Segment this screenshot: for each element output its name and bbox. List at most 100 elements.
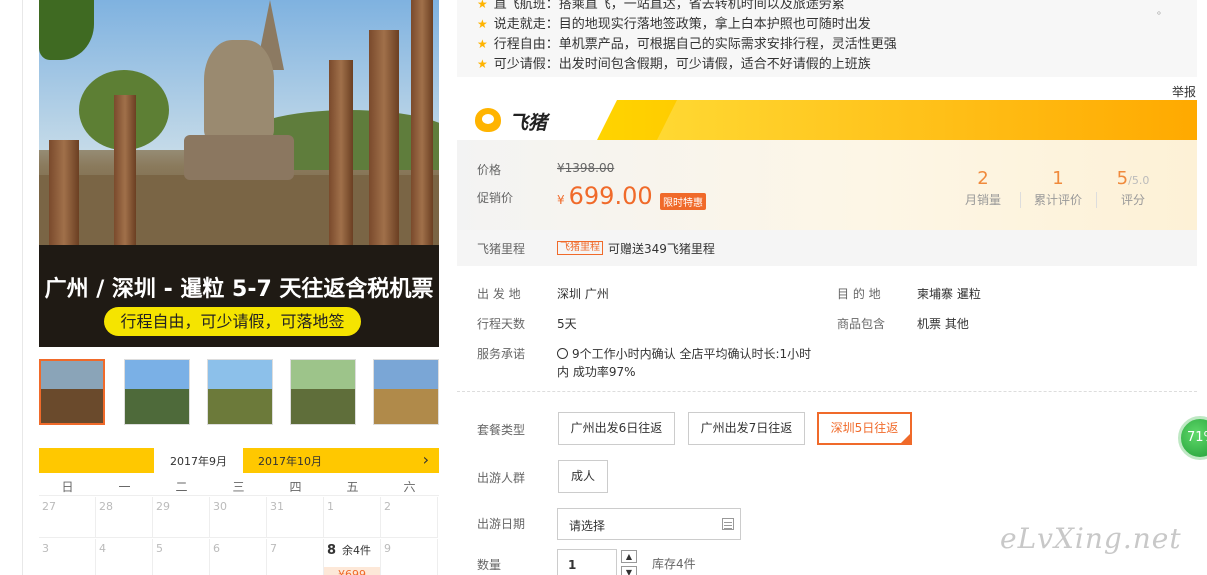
- review-count-stat[interactable]: 1 累计评价: [1020, 168, 1096, 208]
- calendar-day-price: ¥699: [324, 567, 380, 575]
- watermark: eLvXing.net: [1000, 522, 1182, 555]
- package-option-3-selected[interactable]: 深圳5日往返: [817, 412, 912, 445]
- crowd-label: 出游人群: [477, 471, 526, 485]
- calendar-day: 27: [39, 497, 96, 538]
- service-promise: 9个工作小时内确认 全店平均确认时长:1小时: [557, 345, 811, 362]
- image-pillar: [411, 0, 433, 245]
- rating-stat: 5/5.0 评分: [1095, 168, 1171, 208]
- image-buddha: [204, 40, 274, 140]
- feature-item: ★ 可少请假：出发时间包含假期，可少请假，适合不好请假的上班族: [477, 53, 871, 72]
- thumbnail-3[interactable]: [207, 359, 273, 425]
- feature-list: ★ 直飞航班：搭乘直飞，一站直达，省去转机时间以及旅途劳累 ★ 说走就走：目的地现实…: [457, 0, 1197, 77]
- thumbnail-5[interactable]: [373, 359, 439, 425]
- service-line: 内 成功率97%: [557, 365, 636, 379]
- divider: [22, 0, 23, 575]
- image-title: 广州 / 深圳 - 暹粒 5-7 天往返含税机票: [44, 277, 434, 302]
- monthly-sales-stat: 2 月销量: [945, 168, 1021, 208]
- miles-text: 可赠送349飞猪里程: [608, 242, 715, 256]
- feature-text: 说走就走：目的地现实行落地签政策，拿上白本护照也可随时出发: [493, 17, 871, 32]
- destination-value: 柬埔寨 暹粒: [917, 287, 981, 301]
- feature-item: ★ 说走就走：目的地现实行落地签政策，拿上白本护照也可随时出发: [477, 13, 871, 32]
- increment-button[interactable]: ▲: [621, 550, 637, 563]
- miles-row: 飞猪里程 飞猪里程 可赠送349飞猪里程: [457, 230, 1197, 266]
- calendar-day-number: 8: [327, 543, 337, 558]
- includes-value: 机票 其他: [917, 317, 969, 331]
- thumbnail-2[interactable]: [124, 359, 190, 425]
- limited-offer-badge: 限时特惠: [660, 193, 706, 210]
- calendar-day: 2: [381, 497, 438, 538]
- rating-suffix: /5.0: [1128, 174, 1150, 187]
- price-panel: 价格 ¥1398.00 促销价 ¥699.00 限时特惠 2 月销量 1 累计评…: [457, 140, 1197, 230]
- travel-date-input[interactable]: 请选择: [557, 508, 741, 540]
- calendar-day: 6: [210, 539, 267, 575]
- feature-text: 行程自由：单机票产品，可根据自己的实际需求安排行程，灵活性更强: [493, 37, 897, 52]
- calendar-tab-sep[interactable]: 2017年9月: [154, 448, 243, 473]
- weekday: 四: [289, 480, 302, 494]
- image-pillar: [329, 60, 353, 245]
- calendar-icon[interactable]: [722, 518, 734, 530]
- stat-value: 5/5.0: [1095, 168, 1171, 189]
- original-price: ¥1398.00: [557, 161, 615, 175]
- calendar-day: 5: [153, 539, 210, 575]
- image-pillar: [114, 95, 136, 245]
- feature-text: 可少请假：出发时间包含假期，可少请假，适合不好请假的上班族: [493, 57, 871, 72]
- brand-stripe: [657, 100, 1197, 140]
- image-pillar: [369, 30, 399, 245]
- image-buddha-base: [184, 135, 294, 180]
- weekday: 一: [118, 480, 131, 494]
- rating-value: 5: [1116, 168, 1129, 189]
- miles-tag: 飞猪里程: [557, 241, 603, 255]
- thumbnail-4[interactable]: [290, 359, 356, 425]
- weekday: 三: [232, 480, 245, 494]
- calendar-day: 7: [267, 539, 324, 575]
- fliggy-logo-icon: [475, 108, 501, 132]
- package-option-1[interactable]: 广州出发6日往返: [558, 412, 675, 445]
- currency-symbol: ¥: [557, 193, 565, 207]
- quantity-label: 数量: [477, 558, 502, 572]
- chevron-right-icon[interactable]: ›: [423, 450, 429, 469]
- stat-label: 月销量: [964, 193, 1001, 207]
- calendar-tab-oct[interactable]: 2017年10月: [242, 448, 338, 473]
- calendar-day: 4: [96, 539, 153, 575]
- miles-label: 飞猪里程: [477, 242, 526, 256]
- departure-label: 出 发 地: [477, 287, 521, 301]
- divider: [457, 391, 1197, 392]
- weekday: 日: [61, 480, 74, 494]
- date-placeholder: 请选择: [569, 519, 606, 533]
- page: 广州 / 深圳 - 暹粒 5-7 天往返含税机票 行程自由，可少请假，可落地签 …: [0, 0, 1207, 575]
- image-subtitle: 行程自由，可少请假，可落地签: [104, 307, 361, 336]
- performance-badge[interactable]: 71%: [1178, 416, 1207, 460]
- report-link[interactable]: 举报: [1172, 83, 1196, 100]
- stat-value: 1: [1052, 168, 1064, 189]
- service-line: 9个工作小时内确认 全店平均确认时长:1小时: [572, 347, 812, 361]
- feature-dot: 。: [1157, 6, 1167, 17]
- star-icon: ★: [477, 37, 488, 51]
- stat-label: 评分: [1120, 193, 1145, 207]
- calendar-day: 9: [381, 539, 438, 575]
- promo-price: ¥699.00: [557, 182, 653, 210]
- image-pillar: [49, 140, 79, 245]
- days-label: 行程天数: [477, 317, 526, 331]
- weekday: 五: [346, 480, 359, 494]
- thumbnail-1[interactable]: [39, 359, 105, 425]
- promo-price-label: 促销价: [477, 191, 514, 205]
- brand-bar: 飞猪: [457, 100, 1197, 140]
- destination-label: 目 的 地: [837, 287, 881, 301]
- calendar-day: 1: [324, 497, 381, 538]
- calendar-day: 30: [210, 497, 267, 538]
- calendar-day-available[interactable]: 8 余4件 ¥699: [324, 539, 381, 575]
- includes-label: 商品包含: [837, 317, 886, 331]
- weekday: 六: [403, 480, 416, 494]
- crowd-option-adult[interactable]: 成人: [558, 460, 608, 493]
- calendar-day-stock: 余4件: [342, 544, 372, 557]
- stat-value: 2: [977, 168, 989, 189]
- quantity-input[interactable]: 1: [557, 549, 617, 575]
- calendar-day: 29: [153, 497, 210, 538]
- package-option-2[interactable]: 广州出发7日往返: [688, 412, 805, 445]
- stat-label: 累计评价: [1033, 193, 1082, 207]
- decrement-button[interactable]: ▼: [621, 566, 637, 575]
- calendar-day: 3: [39, 539, 96, 575]
- departure-value: 深圳 广州: [557, 287, 609, 301]
- calendar-day: 28: [96, 497, 153, 538]
- package-label: 套餐类型: [477, 423, 526, 437]
